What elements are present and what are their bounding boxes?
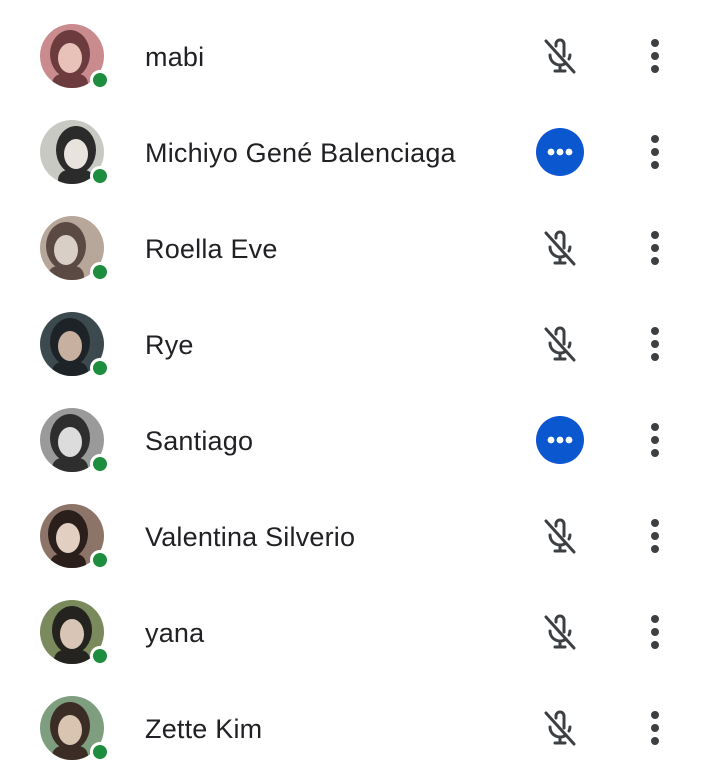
more-vertical-icon[interactable] xyxy=(640,34,670,78)
participant-row[interactable]: Michiyo Gené Balenciaga xyxy=(0,96,720,192)
participant-row[interactable]: mabi xyxy=(0,0,720,96)
participant-name: Valentina Silverio xyxy=(145,522,356,552)
more-vertical-icon[interactable] xyxy=(640,130,670,174)
online-indicator xyxy=(90,454,110,474)
more-vertical-icon[interactable] xyxy=(640,610,670,654)
participant-row[interactable]: Roella Eve xyxy=(0,192,720,288)
participant-row[interactable]: Valentina Silverio xyxy=(0,480,720,576)
more-vertical-icon[interactable] xyxy=(640,418,670,462)
participant-name: Rye xyxy=(145,330,194,360)
online-indicator xyxy=(90,742,110,762)
mic-off-icon xyxy=(536,224,584,272)
more-vertical-icon[interactable] xyxy=(640,322,670,366)
avatar xyxy=(40,408,110,474)
participant-name: mabi xyxy=(145,42,205,72)
avatar xyxy=(40,504,110,570)
participant-name: Zette Kim xyxy=(145,714,263,744)
participant-row[interactable]: Rye xyxy=(0,288,720,384)
more-horizontal-icon xyxy=(536,416,584,464)
participant-name: Santiago xyxy=(145,426,254,456)
mic-off-icon xyxy=(536,32,584,80)
online-indicator xyxy=(90,358,110,378)
avatar xyxy=(40,24,110,90)
mic-off-icon xyxy=(536,320,584,368)
online-indicator xyxy=(90,262,110,282)
participant-row[interactable]: Zette Kim xyxy=(0,672,720,768)
participant-list: mabi Michiyo Gené Balenciaga Roella Eve Rye… xyxy=(0,0,720,766)
participant-name: yana xyxy=(145,618,205,648)
more-horizontal-icon xyxy=(536,128,584,176)
participant-row[interactable]: Santiago xyxy=(0,384,720,480)
mic-off-icon xyxy=(536,512,584,560)
avatar xyxy=(40,120,110,186)
more-vertical-icon[interactable] xyxy=(640,514,670,558)
mic-off-icon xyxy=(536,704,584,752)
participant-name: Michiyo Gené Balenciaga xyxy=(145,138,456,168)
more-vertical-icon[interactable] xyxy=(640,226,670,270)
online-indicator xyxy=(90,70,110,90)
mic-off-icon xyxy=(536,608,584,656)
online-indicator xyxy=(90,166,110,186)
online-indicator xyxy=(90,550,110,570)
online-indicator xyxy=(90,646,110,666)
participant-name: Roella Eve xyxy=(145,234,278,264)
participant-row[interactable]: yana xyxy=(0,576,720,672)
avatar xyxy=(40,600,110,666)
more-vertical-icon[interactable] xyxy=(640,706,670,750)
avatar xyxy=(40,696,110,762)
avatar xyxy=(40,216,110,282)
avatar xyxy=(40,312,110,378)
